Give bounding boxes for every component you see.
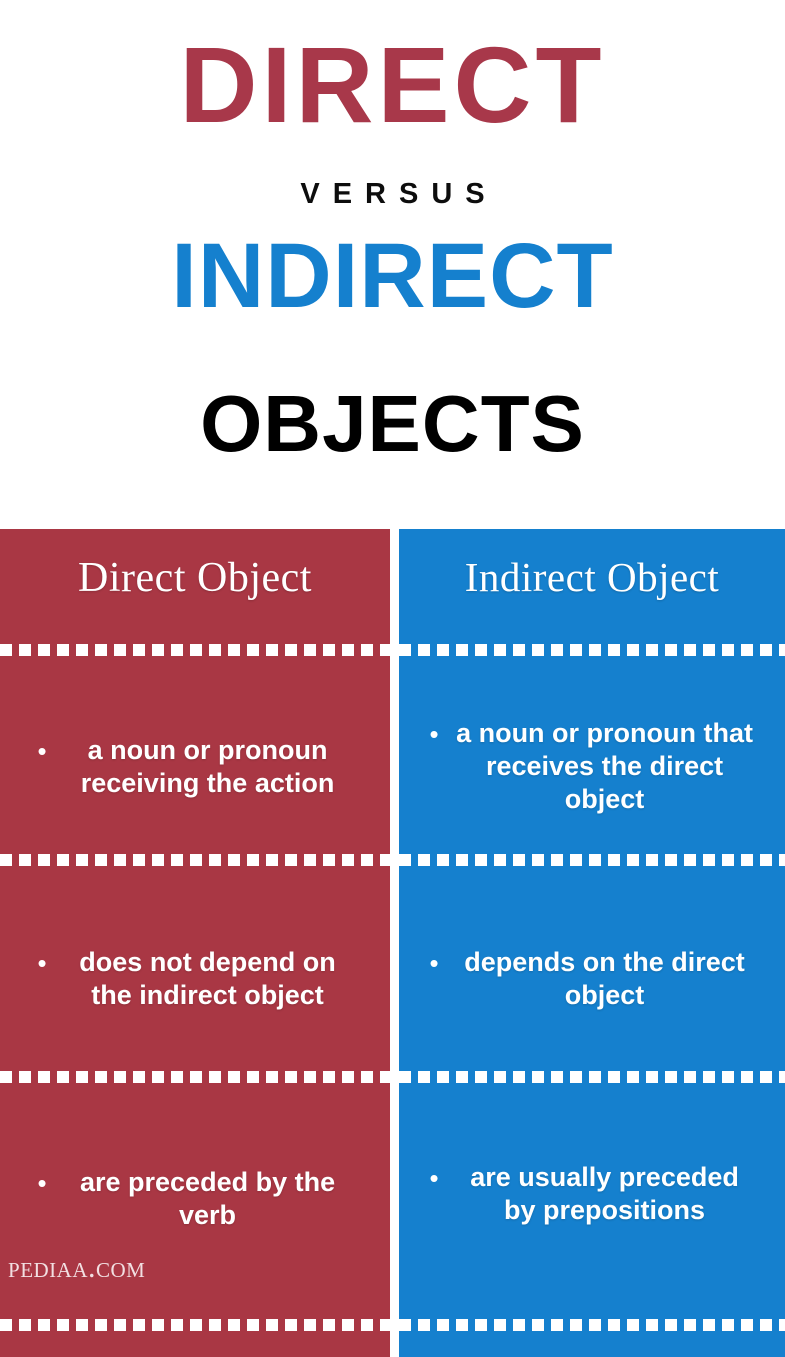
cell-indirect-2: • depends on the direct object: [399, 889, 785, 1069]
bullet-icon: •: [429, 719, 439, 749]
cell-indirect-3: • are usually preceded by prepositions: [399, 1104, 785, 1284]
dashed-separator: [0, 1319, 390, 1331]
cell-text: are preceded by the verb: [79, 1167, 336, 1230]
title-objects: OBJECTS: [200, 379, 585, 468]
dashed-separator: [399, 1319, 785, 1331]
title-block: DIRECT VERSUS INDIRECT OBJECTS: [0, 0, 785, 529]
column-indirect-object: Indirect Object • a noun or pronoun that…: [399, 529, 785, 1357]
column-header-direct-object: Direct Object: [78, 555, 312, 601]
dashed-separator: [399, 854, 785, 866]
column-header-indirect-object: Indirect Object: [464, 554, 720, 600]
cell-text: depends on the direct object: [464, 947, 745, 1010]
dashed-separator: [399, 644, 785, 656]
cell-text: does not depend on the indirect object: [79, 947, 336, 1010]
title-indirect: INDIRECT: [171, 225, 614, 327]
watermark-pediaa: Pediaa.com: [8, 1251, 146, 1284]
comparison-table: Direct Object • a noun or pronoun receiv…: [0, 529, 785, 1357]
title-direct: DIRECT: [179, 24, 606, 145]
bullet-icon: •: [37, 735, 47, 766]
cell-direct-2: • does not depend on the indirect object: [0, 889, 390, 1069]
bullet-icon: •: [429, 948, 439, 978]
cell-text: a noun or pronoun that receives the dire…: [456, 718, 754, 814]
bullet-icon: •: [37, 948, 47, 978]
cell-text: a noun or pronoun receiving the action: [80, 734, 335, 798]
bullet-icon: •: [37, 1168, 47, 1198]
cell-indirect-1: • a noun or pronoun that receives the di…: [399, 679, 785, 854]
dashed-separator: [399, 1071, 785, 1083]
title-versus: VERSUS: [300, 178, 498, 210]
dashed-separator: [0, 854, 390, 866]
bullet-icon: •: [429, 1163, 439, 1193]
dashed-separator: [0, 644, 390, 656]
column-direct-object: Direct Object • a noun or pronoun receiv…: [0, 529, 390, 1357]
dashed-separator: [0, 1071, 390, 1083]
cell-text: are usually preceded by prepositions: [470, 1162, 739, 1225]
cell-direct-1: • a noun or pronoun receiving the action: [0, 679, 390, 854]
